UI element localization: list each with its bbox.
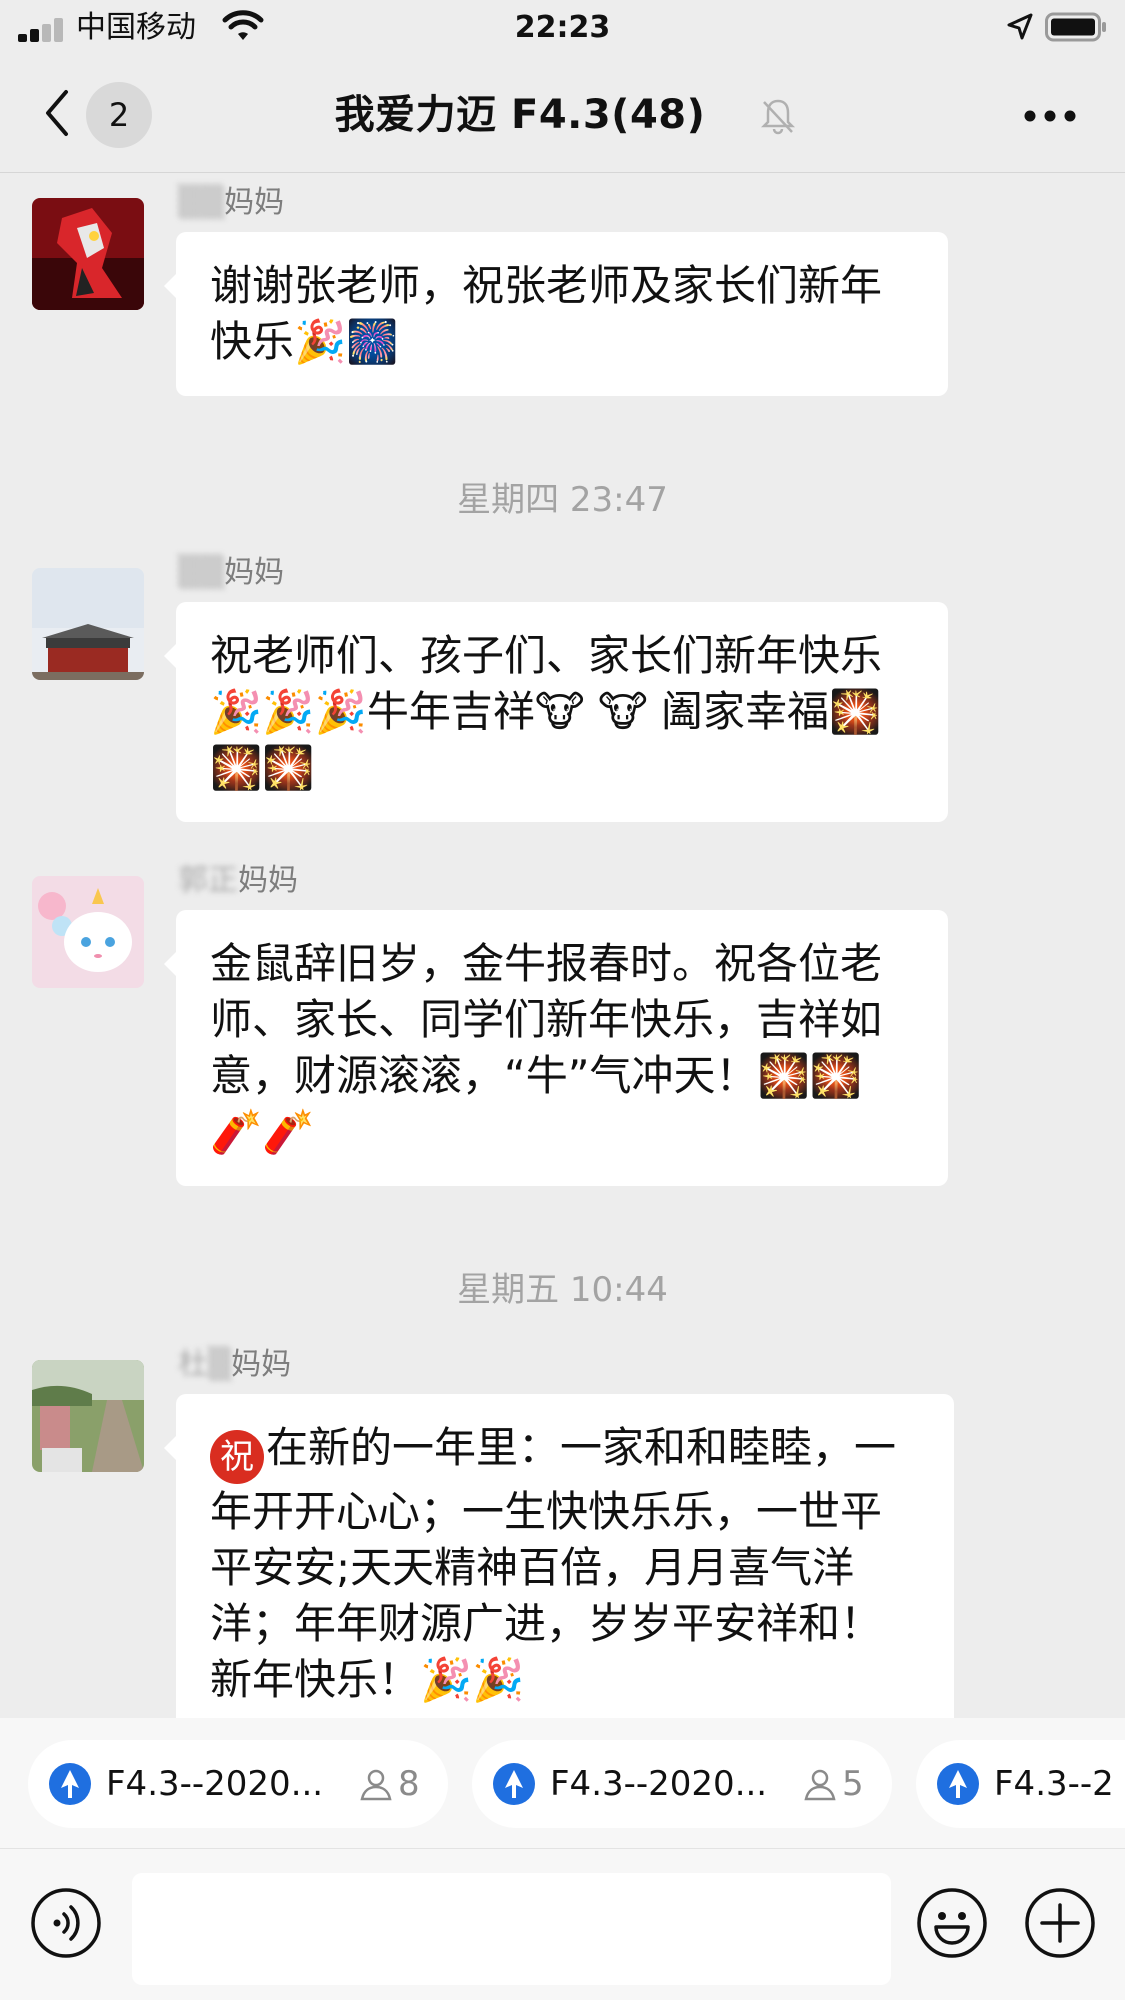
zhu-blessing-icon: 祝	[210, 1430, 264, 1484]
plus-icon[interactable]	[1024, 1887, 1096, 1959]
member-count: 5	[842, 1764, 864, 1804]
avatar[interactable]	[32, 568, 144, 680]
member-icon	[360, 1769, 392, 1801]
mute-bell-icon	[760, 99, 796, 135]
sender-name: ▒▒妈妈	[178, 185, 285, 220]
app-compass-icon	[493, 1763, 535, 1805]
message-emoji: 🎉🎉🎉	[210, 687, 367, 736]
sender-name: ▒▒妈妈	[178, 555, 285, 590]
status-time: 22:23	[514, 10, 611, 45]
more-icon[interactable]	[1022, 108, 1078, 124]
member-icon	[804, 1769, 836, 1801]
message-input[interactable]	[132, 1873, 891, 1985]
unread-badge[interactable]: 2	[86, 82, 152, 148]
message-text: 在新的一年里：一家和和睦睦，一年开开心心；一生快快乐乐，一世平平安安;天天精神百…	[210, 1423, 897, 1704]
chat-title[interactable]: 我爱力迈 F4.3(48)	[240, 84, 800, 146]
message-emoji: 🎉🎉	[420, 1655, 525, 1704]
sender-name: 杜▒妈妈	[178, 1347, 292, 1382]
shortcut-label: F4.3--2020...	[550, 1764, 768, 1804]
chat-screen: 中国移动 22:23 2 我爱力迈 F4.3(48) ▒▒妈妈 谢谢张老师，祝张…	[0, 0, 1125, 2000]
shortcut-chip[interactable]: F4.3--2020... 8	[28, 1740, 448, 1828]
nav-bar: 2 我爱力迈 F4.3(48)	[0, 56, 1125, 173]
emoji-icon[interactable]	[916, 1887, 988, 1959]
timestamp: 星期五 10:44	[457, 1270, 668, 1310]
app-compass-icon	[49, 1763, 91, 1805]
shortcut-label: F4.3--2	[994, 1764, 1114, 1804]
message-bubble[interactable]: 谢谢张老师，祝张老师及家长们新年快乐🎉🎆	[164, 232, 948, 396]
voice-icon[interactable]	[30, 1887, 102, 1959]
message-emoji: 🎉🎆	[294, 317, 399, 366]
message-bubble[interactable]: 祝在新的一年里：一家和和睦睦，一年开开心心；一生快快乐乐，一世平平安安;天天精神…	[164, 1394, 954, 1734]
app-compass-icon	[937, 1763, 979, 1805]
avatar[interactable]	[32, 1360, 144, 1472]
battery-icon	[1045, 12, 1106, 42]
location-arrow-icon	[1007, 13, 1033, 40]
message-bubble[interactable]: 祝老师们、孩子们、家长们新年快乐🎉🎉🎉牛年吉祥🐮 🐮 阖家幸福🎇🎇🎇	[164, 602, 948, 822]
sender-name: 郭正妈妈	[178, 863, 298, 898]
shortcut-label: F4.3--2020...	[106, 1764, 324, 1804]
member-count: 8	[398, 1764, 420, 1804]
avatar[interactable]	[32, 876, 144, 988]
input-bar	[0, 1848, 1125, 2000]
shortcut-bar: F4.3--2020... 8 F4.3--2020... 5 F4.3--2	[0, 1718, 1125, 1848]
shortcut-chip[interactable]: F4.3--2	[916, 1740, 1125, 1828]
back-icon[interactable]	[42, 86, 72, 140]
timestamp: 星期四 23:47	[457, 480, 668, 520]
avatar[interactable]	[32, 198, 144, 310]
message-text: 祝老师们、孩子们、家长们新年快乐	[210, 631, 883, 680]
status-bar: 中国移动 22:23	[0, 0, 1125, 56]
shortcut-chip[interactable]: F4.3--2020... 5	[472, 1740, 892, 1828]
message-bubble[interactable]: 金鼠辞旧岁，金牛报春时。祝各位老师、家长、同学们新年快乐，吉祥如意，财源滚滚，“…	[164, 910, 948, 1186]
